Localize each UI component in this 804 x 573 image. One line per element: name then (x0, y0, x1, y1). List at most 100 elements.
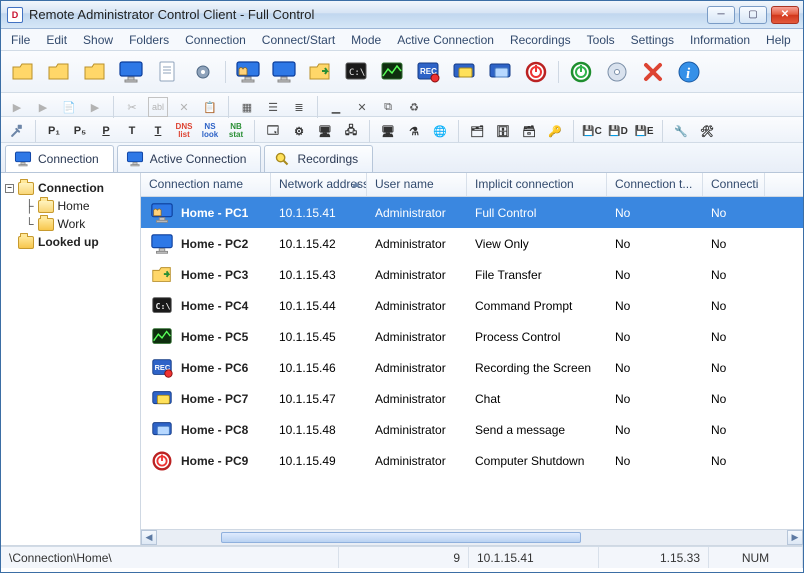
power-icon[interactable] (520, 56, 552, 88)
tree-item-work[interactable]: └ Work (5, 215, 136, 233)
tools-icon[interactable] (7, 121, 27, 141)
scroll-thumb[interactable] (221, 532, 581, 543)
menu-active-connection[interactable]: Active Connection (391, 31, 500, 49)
folder-plus-icon[interactable] (7, 56, 39, 88)
cut-icon[interactable]: ✂ (122, 97, 142, 117)
disc-icon[interactable] (601, 56, 633, 88)
column-cx[interactable]: Connecti (703, 173, 765, 196)
grid-large-icon[interactable]: ▦ (237, 97, 257, 117)
table-row[interactable]: Home - PC110.1.15.41AdministratorFull Co… (141, 197, 803, 228)
ns-look-button[interactable]: NSlook (200, 121, 220, 141)
monitor-hand-icon[interactable] (232, 56, 264, 88)
menu-show[interactable]: Show (77, 31, 119, 49)
table-row[interactable]: Home - PC210.1.15.42AdministratorView On… (141, 228, 803, 259)
misc-icon-i[interactable]: 🗄 (493, 121, 513, 141)
misc-icon-b[interactable]: ⚙ (289, 121, 309, 141)
menu-recordings[interactable]: Recordings (504, 31, 577, 49)
menu-help[interactable]: Help (760, 31, 797, 49)
p1-button[interactable]: P₁ (44, 121, 64, 141)
power-green-icon[interactable] (565, 56, 597, 88)
table-row[interactable]: Home - PC910.1.15.49AdministratorCompute… (141, 445, 803, 476)
minimize-button[interactable]: ─ (707, 6, 735, 24)
tab-recordings[interactable]: Recordings (264, 145, 373, 172)
collapse-icon[interactable]: − (5, 184, 14, 193)
misc-icon-e[interactable]: 🖥 (378, 121, 398, 141)
t-button[interactable]: T (122, 121, 142, 141)
box-icon[interactable]: ✕ (352, 97, 372, 117)
misc-icon-k[interactable]: 🔑 (545, 121, 565, 141)
copy-icon[interactable]: ⧉ (378, 97, 398, 117)
tab-active-connection[interactable]: Active Connection (117, 145, 262, 172)
menu-settings[interactable]: Settings (625, 31, 680, 49)
column-mode[interactable]: Implicit connection (467, 173, 607, 196)
monitor-view-icon[interactable] (268, 56, 300, 88)
menu-folders[interactable]: Folders (123, 31, 175, 49)
misc-icon-h[interactable]: 🗂 (467, 121, 487, 141)
play-icon[interactable]: ▶ (7, 97, 27, 117)
t2-button[interactable]: T (148, 121, 168, 141)
column-name[interactable]: Connection name (141, 173, 271, 196)
scroll-left-icon[interactable]: ◀ (141, 530, 157, 545)
menu-edit[interactable]: Edit (40, 31, 73, 49)
table-row[interactable]: Home - PC710.1.15.47AdministratorChatNoN… (141, 383, 803, 414)
column-ct[interactable]: Connection t... (607, 173, 703, 196)
chart-process-icon[interactable] (376, 56, 408, 88)
drive-c-button[interactable]: 💾C (582, 121, 602, 141)
recycle-icon[interactable]: ♻ (404, 97, 424, 117)
drive-d-button[interactable]: 💾D (608, 121, 628, 141)
drive-e-button[interactable]: 💾E (634, 121, 654, 141)
dns-list-button[interactable]: DNSlist (174, 121, 194, 141)
tree-item-home[interactable]: ├ Home (5, 197, 136, 215)
folder-search-icon[interactable] (79, 56, 111, 88)
info-icon[interactable] (673, 56, 705, 88)
monitor-sync-icon[interactable] (115, 56, 147, 88)
tree-item-looked-up[interactable]: Looked up (5, 233, 136, 251)
monitor-gear-icon[interactable] (187, 56, 219, 88)
p-button[interactable]: P (96, 121, 116, 141)
paste-icon[interactable]: 📋 (200, 97, 220, 117)
p5-button[interactable]: P₅ (70, 121, 90, 141)
folder-transfer-icon[interactable] (304, 56, 336, 88)
grid-list-icon[interactable]: ☰ (263, 97, 283, 117)
min-icon[interactable]: ▁ (326, 97, 346, 117)
misc-icon-c[interactable]: 🖥 (315, 121, 335, 141)
scroll-right-icon[interactable]: ▶ (787, 530, 803, 545)
chat-blue-icon[interactable] (484, 56, 516, 88)
nb-stat-button[interactable]: NBstat (226, 121, 246, 141)
play3-icon[interactable]: ▶ (85, 97, 105, 117)
tab-connection[interactable]: Connection (5, 145, 114, 172)
column-user[interactable]: User name (367, 173, 467, 196)
column-addr[interactable]: Network address (271, 173, 367, 196)
table-row[interactable]: Home - PC510.1.15.45AdministratorProcess… (141, 321, 803, 352)
document-list-icon[interactable] (151, 56, 183, 88)
menu-information[interactable]: Information (684, 31, 756, 49)
delete-red-icon[interactable] (637, 56, 669, 88)
table-row[interactable]: Home - PC810.1.15.48AdministratorSend a … (141, 414, 803, 445)
rec-icon[interactable] (412, 56, 444, 88)
open-doc-icon[interactable]: 📄 (59, 97, 79, 117)
table-row[interactable]: Home - PC410.1.15.44AdministratorCommand… (141, 290, 803, 321)
misc-icon-d[interactable]: 🖧 (341, 121, 361, 141)
play2-icon[interactable]: ▶ (33, 97, 53, 117)
command-prompt-icon[interactable] (340, 56, 372, 88)
misc-icon-a[interactable]: 🗔 (263, 121, 283, 141)
misc-icon-g[interactable]: 🌐 (430, 121, 450, 141)
menu-mode[interactable]: Mode (345, 31, 387, 49)
misc-icon-l[interactable]: 🔧 (671, 121, 691, 141)
menu-file[interactable]: File (5, 31, 36, 49)
misc-icon-m[interactable]: 🛠 (697, 121, 717, 141)
delete-icon[interactable]: ✕ (174, 97, 194, 117)
grid-detail-icon[interactable]: ≣ (289, 97, 309, 117)
maximize-button[interactable]: ▢ (739, 6, 767, 24)
menu-tools[interactable]: Tools (581, 31, 621, 49)
horizontal-scrollbar[interactable]: ◀ ▶ (141, 529, 803, 545)
misc-icon-f[interactable]: ⚗ (404, 121, 424, 141)
menu-connect-start[interactable]: Connect/Start (256, 31, 341, 49)
chat-yellow-icon[interactable] (448, 56, 480, 88)
tree-root-connection[interactable]: − Connection (5, 179, 136, 197)
abl-icon[interactable]: abl (148, 97, 168, 117)
misc-icon-j[interactable]: 🗃 (519, 121, 539, 141)
table-row[interactable]: Home - PC310.1.15.43AdministratorFile Tr… (141, 259, 803, 290)
close-button[interactable]: ✕ (771, 6, 799, 24)
menu-connection[interactable]: Connection (179, 31, 252, 49)
